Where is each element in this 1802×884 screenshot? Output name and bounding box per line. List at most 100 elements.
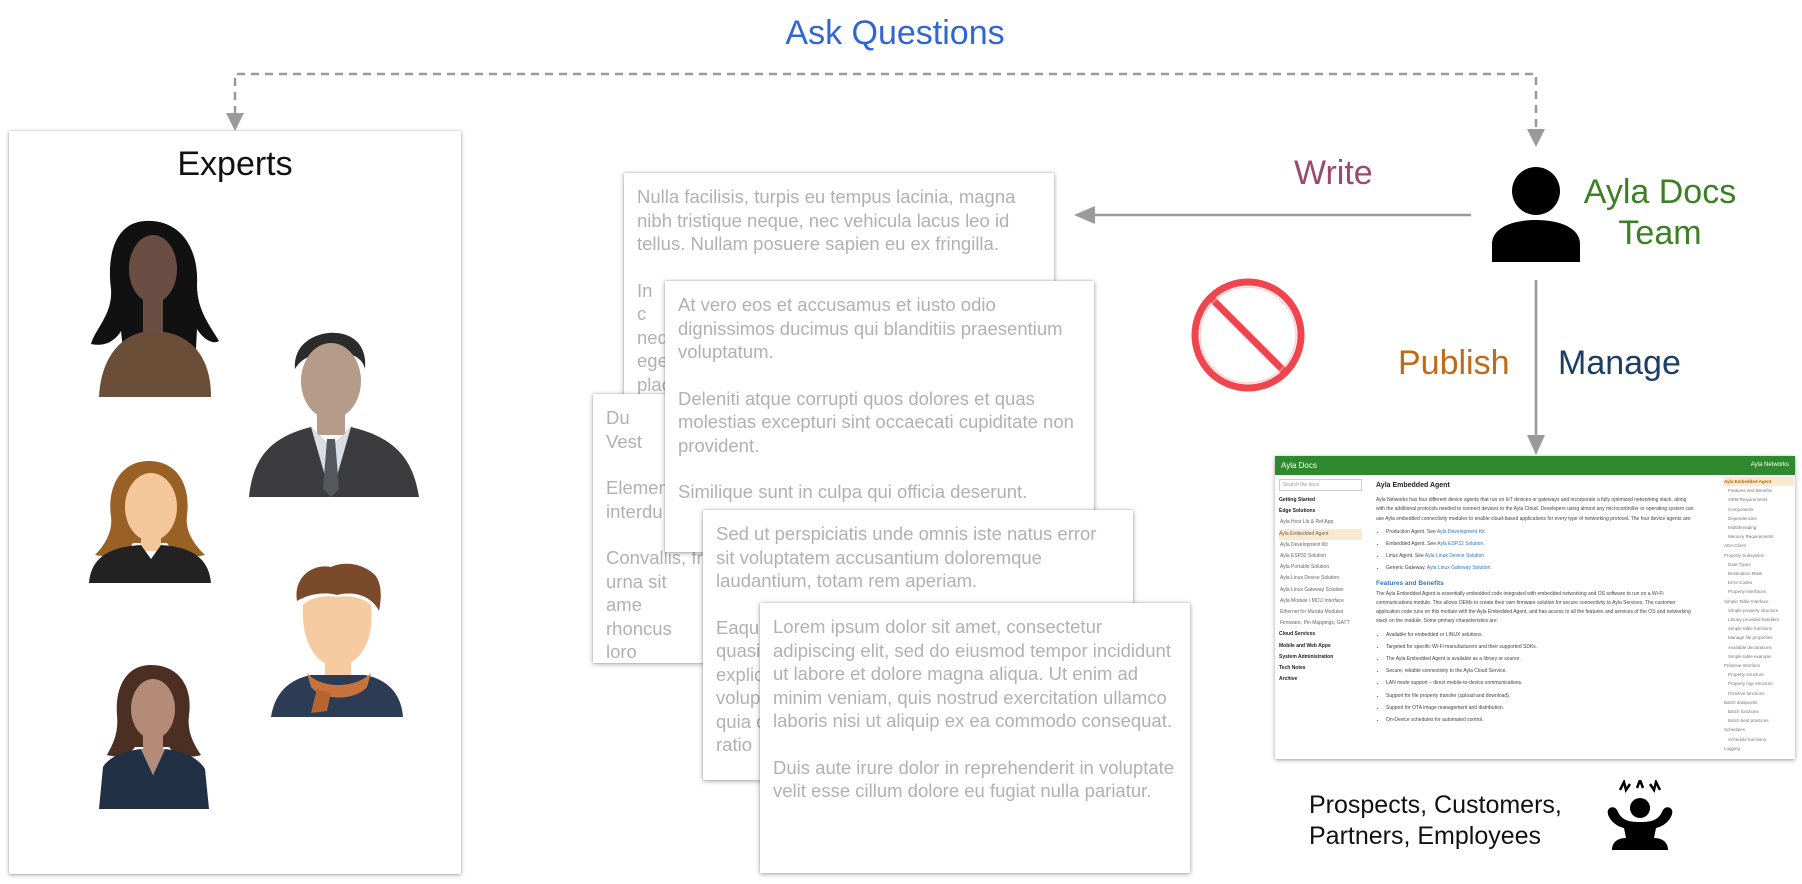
portal-nav-item[interactable]: Ayla Host Lib & Ref App — [1279, 517, 1362, 528]
portal-features-heading: Features and Benefits — [1376, 579, 1444, 587]
portal-feature-item: Secure, reliable connectivity to the Ayl… — [1386, 665, 1696, 677]
manage-label: Manage — [1558, 344, 1681, 382]
portal-nav-item[interactable]: Ayla Module / MCU Interface — [1279, 596, 1362, 607]
portal-agent-text: Production Agent. See — [1386, 528, 1437, 535]
portal-toc-item[interactable]: Logging — [1724, 744, 1794, 753]
portal-feature-item: LAN mode support – direct mobile-to-devi… — [1386, 677, 1696, 689]
portal-toc-item[interactable]: Simple property structure — [1724, 606, 1794, 615]
portal-toc-item[interactable]: Simple Table Interface — [1724, 597, 1794, 606]
portal-toc-item[interactable]: Batch datapoints — [1724, 698, 1794, 707]
portal-toc-item[interactable]: Library-provided handlers — [1724, 615, 1794, 624]
portal-search-input[interactable]: Search the docs — [1279, 479, 1362, 491]
person-icon — [1492, 167, 1580, 262]
portal-heading: Ayla Embedded Agent — [1376, 482, 1450, 489]
publish-arrowhead — [1527, 435, 1545, 455]
portal-nav-item[interactable]: Ayla Development Kit — [1279, 540, 1362, 551]
portal-toc-item[interactable]: Simple table example — [1724, 652, 1794, 661]
portal-toc-item[interactable]: Schedule functions — [1724, 735, 1794, 744]
portal-header: Ayla Docs Ayla Networks — [1275, 456, 1795, 475]
doc-card-5: Lorem ipsum dolor sit amet, consectetur … — [760, 603, 1190, 873]
portal-nav-item[interactable]: Ayla ESP32 Solution — [1279, 551, 1362, 562]
portal-nav-item[interactable]: Ayla Portable Solution — [1279, 562, 1362, 573]
portal-intro: Ayla Networks has four different device … — [1376, 497, 1694, 522]
portal-agent-link[interactable]: Ayla Linux Gateway Solution. — [1427, 565, 1492, 571]
expert-man-scarf-icon — [271, 563, 403, 717]
portal-nav: Getting Started Edge Solutions Ayla Host L… — [1279, 495, 1362, 685]
portal-toc-item[interactable]: Data Types — [1724, 560, 1794, 569]
portal-feature-item: On-Device schedules for automated contro… — [1386, 714, 1696, 726]
portal-brand-right[interactable]: Ayla Networks — [1751, 456, 1789, 475]
portal-nav-item[interactable]: Getting Started — [1279, 495, 1362, 506]
portal-toc-item[interactable]: Batch best practices — [1724, 716, 1794, 725]
portal-nav-item[interactable]: Ayla Embedded Agent — [1279, 528, 1362, 540]
portal-toc-item[interactable]: Property mgr structure — [1724, 679, 1794, 688]
portal-toc-item[interactable]: Simple table functions — [1724, 624, 1794, 633]
portal-toc-item[interactable]: Dependencies — [1724, 514, 1794, 523]
frustrated-person-icon — [1607, 780, 1673, 850]
portal-toc-item[interactable]: Primitive functions — [1724, 689, 1794, 698]
doc-card-2-p3: Convallis, fr urna sit ame rhoncus loro — [606, 547, 703, 662]
portal-feature-item: Available for embedded or LINUX solution… — [1386, 629, 1696, 641]
portal-agent-link[interactable]: Ayla Development Kit. — [1437, 529, 1486, 535]
doc-card-3-p1: At vero eos et accusamus et iusto odio d… — [678, 294, 1063, 362]
expert-woman-longhair-icon — [91, 220, 219, 397]
portal-nav-item[interactable]: Archive — [1279, 674, 1362, 685]
portal-toc-item[interactable]: Manage file properties — [1724, 633, 1794, 642]
portal-toc-item[interactable]: Schedules — [1724, 725, 1794, 734]
portal-toc-item[interactable]: Property structure — [1724, 670, 1794, 679]
portal-agent-item: Embedded Agent. See Ayla ESP32 Solution. — [1386, 538, 1696, 550]
team-label: Ayla Docs Team — [1570, 172, 1750, 254]
portal-toc-item[interactable]: Property Interfaces — [1724, 587, 1794, 596]
expert-woman-blonde-icon — [89, 461, 211, 583]
portal-agent-link[interactable]: Ayla Linux Device Solution. — [1425, 553, 1486, 559]
audience-line2: Partners, Employees — [1309, 822, 1542, 850]
portal-nav-item[interactable]: Firmware, Pin Mappings, GATT — [1279, 618, 1362, 629]
team-label-line1: Ayla Docs — [1583, 173, 1737, 211]
audience-line1: Prospects, Customers, — [1309, 791, 1562, 819]
prohibited-icon — [1191, 278, 1305, 392]
portal-nav-item[interactable]: Tech Notes — [1279, 663, 1362, 674]
portal-toc: Ayla Embedded Agent Features and Benefits… — [1724, 477, 1794, 753]
write-label: Write — [1294, 154, 1373, 192]
portal-features-intro: The Ayla Embedded Agent is essentially e… — [1376, 590, 1691, 625]
portal-toc-item[interactable]: Ayla Embedded Agent — [1724, 477, 1794, 487]
portal-agent-text: Linux Agent. See — [1386, 553, 1425, 560]
portal-nav-item[interactable]: Ayla Linux Gateway Solution — [1279, 585, 1362, 596]
portal-agent-link[interactable]: Ayla ESP32 Solution. — [1437, 541, 1484, 547]
doc-card-1-p2: In c neq ege plac — [637, 279, 671, 395]
portal-toc-item[interactable]: Batch functions — [1724, 707, 1794, 716]
portal-toc-item[interactable]: Property Subsystem — [1724, 551, 1794, 560]
portal-toc-item[interactable]: Multithreading — [1724, 523, 1794, 532]
portal-agent-item: Linux Agent. See Ayla Linux Device Solut… — [1386, 550, 1696, 562]
portal-toc-item[interactable]: Components — [1724, 505, 1794, 514]
portal-toc-item[interactable]: Memory Requirements — [1724, 532, 1794, 541]
doc-card-4-p2: Eaque quasi explic volup quia c ratio — [716, 616, 770, 756]
doc-card-3-p3: Similique sunt in culpa qui officia dese… — [678, 481, 1028, 502]
doc-card-4-p1: Sed ut perspiciatis unde omnis iste natu… — [716, 523, 1097, 591]
portal-nav-item[interactable]: Ethernet for Murata Modules — [1279, 607, 1362, 618]
portal-toc-item[interactable]: Primitive Interface — [1724, 661, 1794, 670]
portal-agent-text: Generic Gateway. — [1386, 565, 1427, 572]
doc-card-5-p2: Duis aute irure dolor in reprehenderit i… — [773, 756, 1175, 802]
portal-nav-item[interactable]: Mobile and Web Apps — [1279, 641, 1362, 652]
doc-card-1-p1: Nulla facilisis, turpis eu tempus lacini… — [637, 186, 1016, 254]
expert-man-suit-icon — [249, 332, 419, 497]
portal-nav-item[interactable]: Ayla Linux Device Solution — [1279, 573, 1362, 584]
portal-toc-item[interactable]: Features and Benefits — [1724, 486, 1794, 495]
portal-toc-item[interactable]: OEM Requirements — [1724, 495, 1794, 504]
portal-agent-item: Generic Gateway. Ayla Linux Gateway Solu… — [1386, 562, 1696, 574]
portal-nav-item[interactable]: System Administration — [1279, 652, 1362, 663]
portal-feature-item: Targeted for specific Wi-Fi manufacturer… — [1386, 641, 1696, 653]
portal-toc-item[interactable]: ADA Client — [1724, 541, 1794, 550]
doc-card-5-p1: Lorem ipsum dolor sit amet, consectetur … — [773, 616, 1173, 731]
portal-toc-item[interactable]: Available declarations — [1724, 643, 1794, 652]
portal-toc-item[interactable]: Destination Mask — [1724, 569, 1794, 578]
portal-brand[interactable]: Ayla Docs — [1281, 461, 1317, 470]
portal-toc-item[interactable]: Error Codes — [1724, 578, 1794, 587]
ask-arrowhead-right — [1527, 129, 1545, 147]
experts-panel: Experts — [9, 131, 461, 874]
ask-arrowhead-left — [226, 113, 244, 131]
portal-nav-item[interactable]: Edge Solutions — [1279, 506, 1362, 517]
portal-nav-item[interactable]: Cloud Services — [1279, 629, 1362, 640]
publish-label: Publish — [1398, 344, 1510, 382]
